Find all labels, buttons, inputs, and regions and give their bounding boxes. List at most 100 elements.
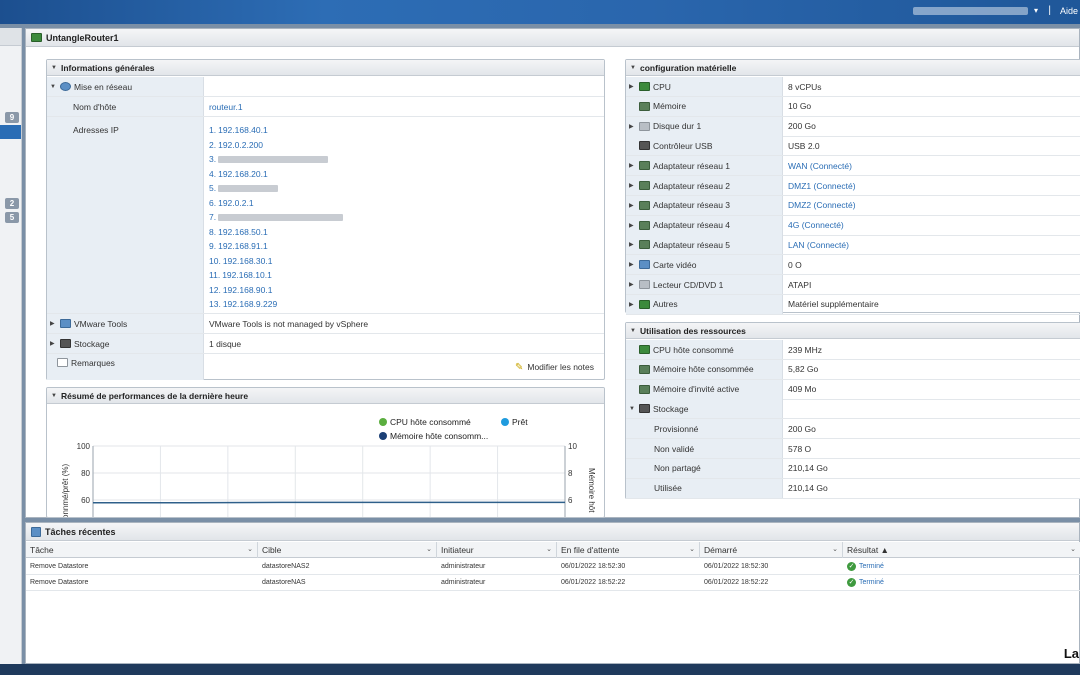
- vmware-tools-row[interactable]: ▶ VMware Tools VMware Tools is not manag…: [47, 314, 604, 334]
- ip-address-item: 7.: [209, 210, 344, 225]
- ip-address-value: 192.168.10.1: [222, 270, 272, 280]
- ip-address-index: 11.: [209, 270, 221, 280]
- hardware-label: Adaptateur réseau 1: [653, 160, 731, 171]
- result-text: Terminé: [859, 563, 884, 570]
- ip-address-item: 10. 192.168.30.1: [209, 254, 343, 269]
- edit-notes-link[interactable]: Modifier les notes: [527, 362, 594, 372]
- y-left-tick-label: 100: [77, 442, 91, 451]
- chevron-down-icon[interactable]: ⌄: [689, 542, 695, 558]
- ip-address-index: 5.: [209, 183, 217, 193]
- storage-row[interactable]: ▶ Stockage 1 disque: [47, 334, 604, 354]
- right-axis-title: Mémoire hôt: [587, 468, 596, 513]
- hardware-label: Mémoire: [653, 101, 687, 112]
- column-title: Initiateur: [441, 545, 474, 555]
- tasks-column-header[interactable]: Cible ⌄: [258, 542, 437, 558]
- expand-icon[interactable]: ▶: [50, 320, 57, 327]
- expand-icon[interactable]: ▶: [629, 261, 636, 268]
- pencil-icon[interactable]: ✎: [515, 362, 523, 373]
- tasks-column-header[interactable]: Initiateur ⌄: [437, 542, 557, 558]
- hardware-row[interactable]: ▶ Adaptateur réseau 5 LAN (Connecté): [626, 235, 1080, 256]
- window-title-bar: UntangleRouter1: [26, 29, 1079, 47]
- network-row[interactable]: ▼ Mise en réseau: [47, 77, 604, 97]
- network-icon: [60, 82, 71, 91]
- storage-value: 1 disque: [209, 338, 242, 349]
- ip-address-item: 13. 192.168.9.229: [209, 297, 343, 312]
- resource-label: Provisionné: [654, 423, 699, 434]
- expand-icon[interactable]: ▶: [50, 340, 57, 347]
- hardware-row[interactable]: Mémoire 10 Go: [626, 96, 1080, 117]
- ip-address-value: 192.0.2.200: [218, 139, 263, 150]
- table-row[interactable]: Remove Datastore datastoreNAS2 administrat…: [26, 559, 1080, 575]
- resource-row: Provisionné 200 Go: [626, 419, 1080, 440]
- hardware-row[interactable]: ▶ Adaptateur réseau 4 4G (Connecté): [626, 215, 1080, 236]
- expand-icon[interactable]: ▶: [629, 162, 636, 169]
- collapse-icon[interactable]: ▼: [50, 84, 57, 90]
- chevron-down-icon[interactable]: ⌄: [832, 542, 838, 558]
- hardware-row[interactable]: ▶ Adaptateur réseau 1 WAN (Connecté): [626, 156, 1080, 177]
- tasks-column-header[interactable]: Résultat ▲ ⌄: [843, 542, 1080, 558]
- hardware-row[interactable]: Contrôleur USB USB 2.0: [626, 136, 1080, 157]
- resource-value: 200 Go: [788, 423, 816, 434]
- tasks-column-header[interactable]: En file d'attente ⌄: [557, 542, 700, 558]
- vmware-tools-value: VMware Tools is not managed by vSphere: [209, 318, 369, 329]
- recent-tasks-panel: Tâches récentes Tâche ⌄ Cible ⌄ Initiateur ⌄ E…: [25, 522, 1080, 664]
- hardware-row[interactable]: ▶ Disque dur 1 200 Go: [626, 116, 1080, 137]
- user-menu-caret-icon[interactable]: ▾: [1034, 6, 1038, 15]
- navigator-header[interactable]: [0, 28, 21, 46]
- table-row[interactable]: Remove Datastore datastoreNAS administrate…: [26, 575, 1080, 591]
- expand-icon[interactable]: ▶: [629, 202, 636, 209]
- ip-address-item: 2. 192.0.2.200: [209, 138, 343, 153]
- tasks-column-header[interactable]: Démarré ⌄: [700, 542, 843, 558]
- ip-address-item: 11. 192.168.10.1: [209, 268, 343, 283]
- ip-address-item: 4. 192.168.20.1: [209, 167, 343, 182]
- ip-address-index: 6.: [209, 197, 217, 208]
- expand-icon[interactable]: ▶: [629, 222, 636, 229]
- chevron-down-icon[interactable]: ⌄: [546, 542, 552, 558]
- help-menu[interactable]: Aide: [1060, 6, 1078, 16]
- hardware-value[interactable]: WAN (Connecté): [783, 156, 852, 175]
- column-title: Résultat ▲: [847, 545, 889, 555]
- collapse-icon: ▼: [630, 327, 636, 334]
- hardware-value[interactable]: DMZ2 (Connecté): [783, 196, 856, 215]
- notes-row: Remarques ✎ Modifier les notes: [47, 354, 604, 380]
- hardware-row[interactable]: ▶ Autres Matériel supplémentaire: [626, 294, 1080, 315]
- resource-label: CPU hôte consommé: [653, 344, 734, 355]
- hardware-value[interactable]: 4G (Connecté): [783, 216, 844, 235]
- expand-icon[interactable]: ▶: [629, 281, 636, 288]
- expand-icon[interactable]: ▶: [629, 301, 636, 308]
- expand-icon[interactable]: ▶: [629, 123, 636, 130]
- task-started-cell: 06/01/2022 18:52:30: [704, 563, 769, 570]
- user-menu[interactable]: [913, 7, 1028, 15]
- collapse-icon[interactable]: ▼: [629, 406, 636, 412]
- hardware-row[interactable]: ▶ Lecteur CD/DVD 1 ATAPI: [626, 275, 1080, 295]
- expand-icon[interactable]: ▶: [629, 182, 636, 189]
- task-result-cell: ✓ Terminé: [843, 559, 1080, 575]
- hardware-row[interactable]: ▶ CPU 8 vCPUs: [626, 77, 1080, 97]
- resource-value: 210,14 Go: [788, 483, 828, 494]
- hardware-value[interactable]: LAN (Connecté): [783, 235, 849, 254]
- hardware-row[interactable]: ▶ Adaptateur réseau 2 DMZ1 (Connecté): [626, 176, 1080, 196]
- hardware-row[interactable]: ▶ Carte vidéo 0 O: [626, 255, 1080, 276]
- ip-addresses-label: Adresses IP: [73, 125, 119, 135]
- chevron-down-icon[interactable]: ⌄: [426, 542, 432, 558]
- hardware-config-header[interactable]: ▼ configuration matérielle: [626, 60, 1080, 76]
- tasks-column-header[interactable]: Tâche ⌄: [26, 542, 258, 558]
- network-adapter-icon: [639, 220, 650, 230]
- expand-icon[interactable]: ▶: [629, 83, 636, 90]
- resource-row[interactable]: ▼ Stockage: [626, 399, 1080, 420]
- expand-icon[interactable]: ▶: [629, 241, 636, 248]
- hardware-value[interactable]: DMZ1 (Connecté): [783, 176, 856, 195]
- hardware-row[interactable]: ▶ Adaptateur réseau 3 DMZ2 (Connecté): [626, 195, 1080, 216]
- performance-panel: ▼ Résumé de performances de la dernière …: [46, 387, 605, 518]
- resource-value: 409 Mo: [788, 384, 817, 395]
- vm-icon: [31, 33, 42, 42]
- general-info-header[interactable]: ▼ Informations générales: [47, 60, 604, 76]
- resource-usage-header[interactable]: ▼ Utilisation des ressources: [626, 323, 1080, 339]
- task-target-cell: datastoreNAS2: [262, 563, 310, 570]
- chevron-down-icon[interactable]: ⌄: [1070, 542, 1076, 558]
- nav-selected-item[interactable]: [0, 125, 21, 139]
- hardware-label: Disque dur 1: [653, 121, 702, 132]
- navigator-pane: 9 2 5: [0, 28, 22, 664]
- chevron-down-icon[interactable]: ⌄: [247, 542, 253, 558]
- ip-address-item: 5.: [209, 181, 343, 196]
